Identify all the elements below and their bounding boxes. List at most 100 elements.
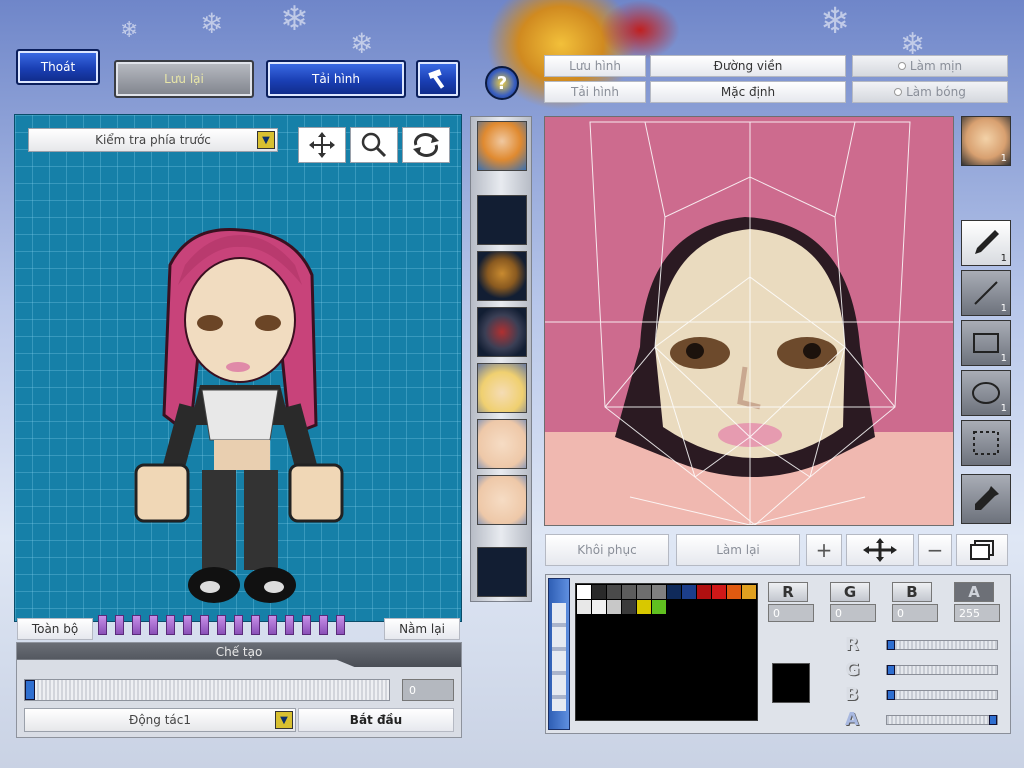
color-swatch[interactable]: [742, 690, 756, 704]
color-swatch[interactable]: [697, 615, 711, 629]
thumb-empty[interactable]: [477, 547, 527, 597]
thumb-face-blonde[interactable]: [477, 363, 527, 413]
color-swatch[interactable]: [607, 615, 621, 629]
zoom-tool-button[interactable]: [350, 127, 398, 163]
color-swatch[interactable]: [652, 585, 666, 599]
color-swatch[interactable]: [577, 675, 591, 689]
color-swatch[interactable]: [652, 705, 666, 719]
color-swatch[interactable]: [652, 615, 666, 629]
load-image-small-button[interactable]: Tải hình: [544, 81, 646, 103]
color-swatch[interactable]: [742, 660, 756, 674]
color-swatch[interactable]: [727, 660, 741, 674]
color-swatch[interactable]: [697, 660, 711, 674]
color-swatch[interactable]: [592, 675, 606, 689]
color-swatch[interactable]: [727, 645, 741, 659]
green-value-field[interactable]: 0: [830, 604, 876, 622]
thumb-skin-front[interactable]: [477, 419, 527, 469]
color-swatch[interactable]: [682, 600, 696, 614]
color-swatch[interactable]: [577, 585, 591, 599]
help-button[interactable]: ?: [485, 66, 519, 100]
green-slider-knob[interactable]: [887, 665, 895, 675]
color-swatch[interactable]: [637, 630, 651, 644]
frame-tick[interactable]: [251, 615, 260, 635]
color-swatch[interactable]: [742, 675, 756, 689]
red-value-field[interactable]: 0: [768, 604, 814, 622]
color-swatch[interactable]: [682, 585, 696, 599]
color-swatch[interactable]: [592, 660, 606, 674]
zoom-out-button[interactable]: −: [918, 534, 952, 566]
color-swatch[interactable]: [577, 630, 591, 644]
ellipse-tool[interactable]: 1: [961, 370, 1011, 416]
color-swatch[interactable]: [607, 585, 621, 599]
color-swatch[interactable]: [697, 600, 711, 614]
color-swatch[interactable]: [682, 660, 696, 674]
color-swatch[interactable]: [652, 660, 666, 674]
color-swatch[interactable]: [622, 615, 636, 629]
color-swatch[interactable]: [622, 585, 636, 599]
frame-tick[interactable]: [183, 615, 192, 635]
color-swatch[interactable]: [652, 630, 666, 644]
texture-editor-canvas[interactable]: [544, 116, 954, 526]
color-swatch[interactable]: [712, 615, 726, 629]
color-swatch[interactable]: [592, 690, 606, 704]
color-swatch[interactable]: [637, 585, 651, 599]
color-swatch[interactable]: [667, 630, 681, 644]
color-swatch[interactable]: [607, 600, 621, 614]
thumb-armor[interactable]: [477, 307, 527, 357]
palette-tab-strip[interactable]: [552, 603, 566, 711]
color-swatch[interactable]: [712, 705, 726, 719]
frame-tick[interactable]: [132, 615, 141, 635]
frame-tick[interactable]: [268, 615, 277, 635]
color-grid[interactable]: [575, 583, 758, 721]
thumb-skin-back[interactable]: [477, 475, 527, 525]
color-swatch[interactable]: [712, 690, 726, 704]
color-swatch[interactable]: [637, 690, 651, 704]
all-frames-button[interactable]: Toàn bộ: [17, 618, 93, 640]
frame-tick[interactable]: [217, 615, 226, 635]
color-swatch[interactable]: [577, 645, 591, 659]
color-swatch[interactable]: [607, 690, 621, 704]
move-tool-button[interactable]: [298, 127, 346, 163]
color-swatch[interactable]: [667, 660, 681, 674]
pen-tool[interactable]: 1: [961, 220, 1011, 266]
progress-value-field[interactable]: 0: [402, 679, 454, 701]
restore-button[interactable]: Khôi phục: [545, 534, 669, 566]
color-swatch[interactable]: [652, 600, 666, 614]
layer-button[interactable]: [956, 534, 1008, 566]
color-swatch[interactable]: [727, 615, 741, 629]
color-swatch[interactable]: [697, 675, 711, 689]
chevron-down-icon[interactable]: ▼: [257, 131, 275, 149]
palette-tabs[interactable]: [548, 578, 570, 730]
pan-button[interactable]: [846, 534, 914, 566]
color-swatch[interactable]: [742, 585, 756, 599]
progress-slider-knob[interactable]: [25, 680, 35, 700]
color-swatch[interactable]: [577, 600, 591, 614]
color-swatch[interactable]: [667, 600, 681, 614]
color-swatch[interactable]: [712, 600, 726, 614]
color-swatch[interactable]: [607, 675, 621, 689]
alpha-slider[interactable]: [886, 715, 998, 725]
color-swatch[interactable]: [667, 645, 681, 659]
color-swatch[interactable]: [742, 630, 756, 644]
green-slider[interactable]: [886, 665, 998, 675]
color-swatch[interactable]: [682, 645, 696, 659]
color-swatch[interactable]: [742, 600, 756, 614]
color-swatch[interactable]: [727, 675, 741, 689]
color-swatch[interactable]: [712, 645, 726, 659]
load-image-button[interactable]: Tải hình: [266, 60, 406, 98]
thumb-hat[interactable]: [477, 251, 527, 301]
hammer-button[interactable]: [416, 60, 460, 98]
zoom-in-button[interactable]: +: [806, 534, 842, 566]
color-swatch[interactable]: [607, 630, 621, 644]
frame-timeline[interactable]: [98, 615, 380, 637]
view-select[interactable]: Kiểm tra phía trước ▼: [28, 128, 278, 152]
color-swatch[interactable]: [682, 690, 696, 704]
color-swatch[interactable]: [727, 600, 741, 614]
color-swatch[interactable]: [667, 615, 681, 629]
color-swatch[interactable]: [637, 660, 651, 674]
color-swatch[interactable]: [697, 690, 711, 704]
color-swatch[interactable]: [667, 585, 681, 599]
rotate-tool-button[interactable]: [402, 127, 450, 163]
color-swatch[interactable]: [682, 705, 696, 719]
color-swatch[interactable]: [607, 645, 621, 659]
